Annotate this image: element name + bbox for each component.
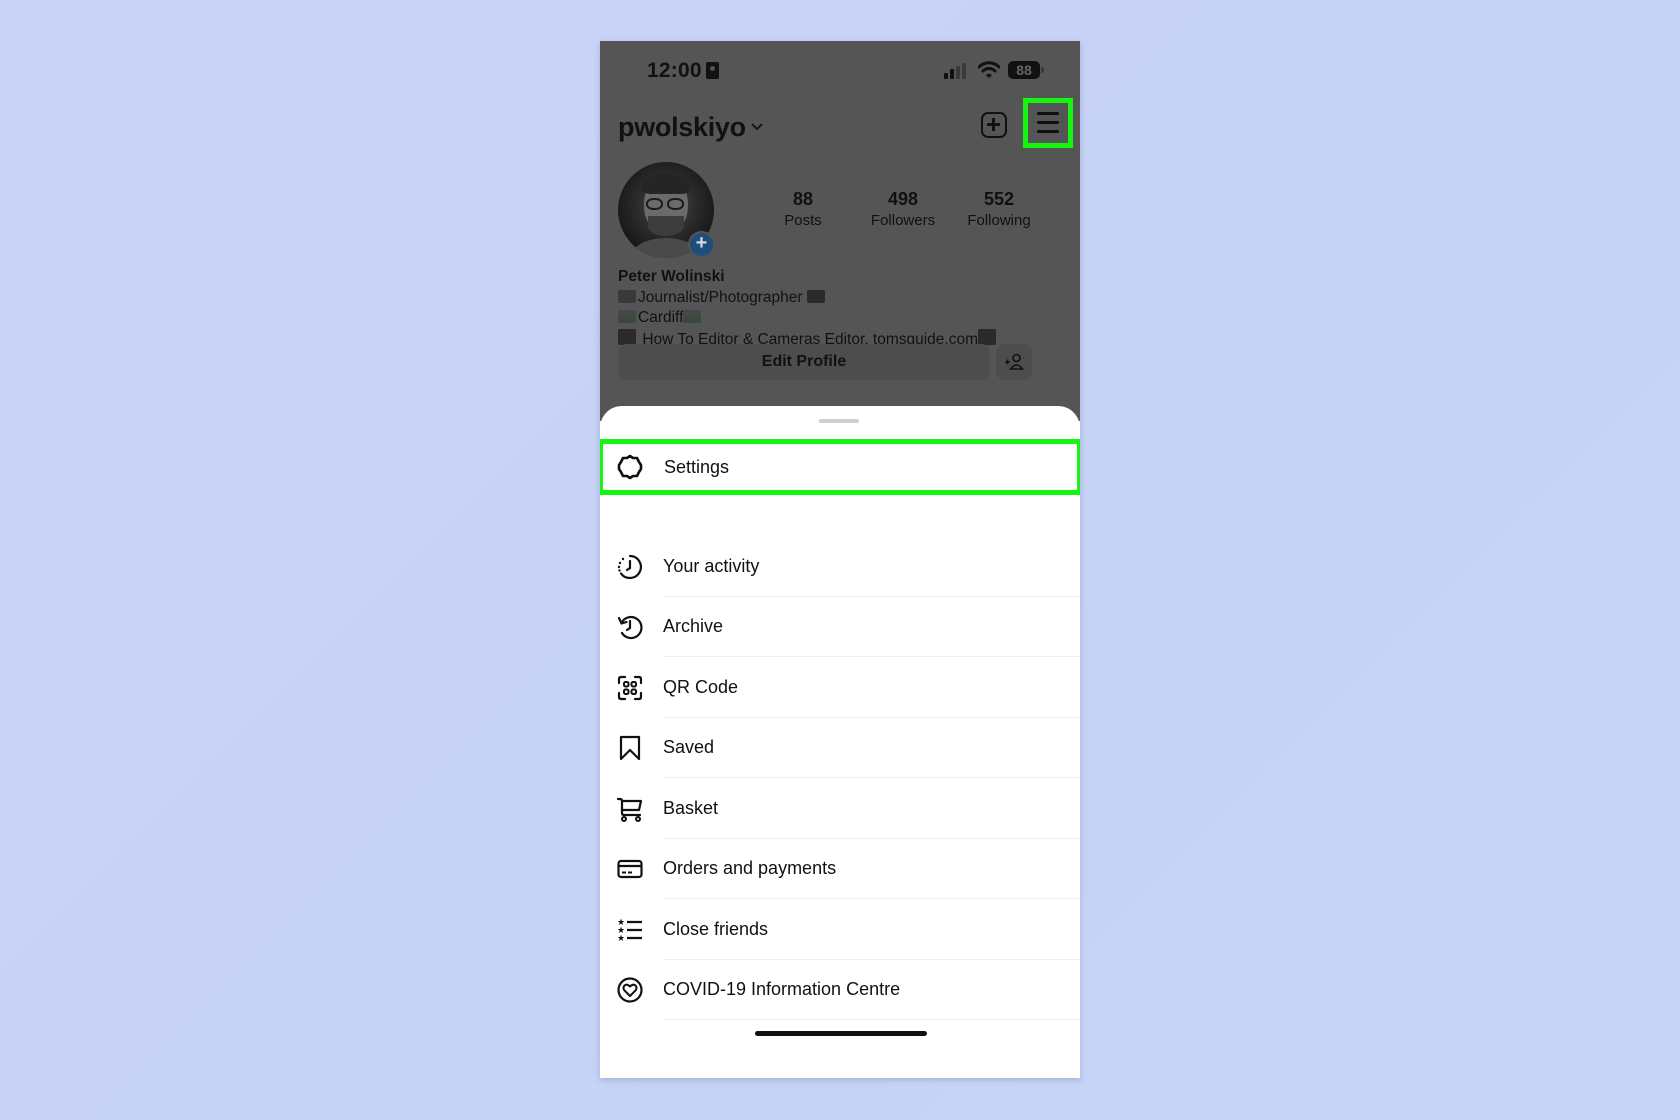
bookmark-icon — [617, 735, 643, 761]
card-icon — [617, 856, 643, 882]
cart-icon — [617, 796, 643, 822]
separator — [663, 898, 1080, 899]
welsh-flag-emoji-icon — [618, 310, 636, 323]
archive-icon — [617, 614, 643, 640]
profile-bio: Peter Wolinski Journalist/Photographer C… — [618, 267, 998, 350]
menu-item-close-friends[interactable]: ★ ★ ★ Close friends — [600, 900, 1080, 960]
profile-backdrop-dimmed[interactable]: 12:00 88 pwolskiyo + 88 Posts 498 Follow… — [600, 41, 1080, 421]
battery-tip — [1041, 67, 1044, 73]
chevron-down-icon[interactable] — [751, 123, 763, 131]
profile-header: pwolskiyo — [600, 97, 1080, 157]
settings-icon — [617, 454, 643, 480]
menu-item-covid-19-information-centre[interactable]: COVID-19 Information Centre — [600, 960, 1080, 1020]
menu-item-your-activity[interactable]: Your activity — [600, 537, 1080, 597]
cellular-signal-icon — [944, 63, 970, 79]
focus-icon — [706, 62, 719, 79]
laptop-emoji-icon — [618, 289, 636, 303]
qr-code-icon — [617, 675, 643, 701]
hamburger-menu-button[interactable] — [1023, 98, 1073, 148]
separator — [663, 656, 1080, 657]
account-switcher-username[interactable]: pwolskiyo — [618, 112, 746, 143]
profile-name: Peter Wolinski — [618, 268, 725, 285]
menu-item-qr-code[interactable]: QR Code — [600, 658, 1080, 718]
separator — [663, 1019, 1080, 1020]
menu-item-settings[interactable]: Settings — [600, 439, 1080, 495]
hamburger-menu-icon — [1037, 112, 1059, 115]
building-emoji-icon — [978, 328, 996, 345]
menu-item-orders-and-payments[interactable]: Orders and payments — [600, 839, 1080, 899]
edit-profile-button[interactable]: Edit Profile — [618, 344, 990, 380]
status-time: 12:00 — [647, 59, 702, 82]
covid-heart-icon — [617, 977, 643, 1003]
building-emoji-icon — [618, 328, 636, 345]
close-friends-list-icon: ★ ★ ★ — [617, 917, 643, 943]
menu-item-archive[interactable]: Archive — [600, 597, 1080, 657]
bio-line: Journalist/Photographer — [618, 288, 998, 309]
stat-followers[interactable]: 498 Followers — [850, 189, 956, 229]
discover-people-button[interactable] — [996, 344, 1032, 380]
status-bar: 12:00 88 — [600, 41, 1080, 89]
activity-icon — [617, 554, 643, 580]
welsh-flag-emoji-icon — [683, 310, 702, 323]
plus-square-icon[interactable] — [981, 112, 1007, 138]
menu-item-saved[interactable]: Saved — [600, 718, 1080, 778]
add-person-icon — [996, 344, 1032, 380]
svg-text:★: ★ — [617, 934, 625, 943]
options-bottom-sheet: Settings Your activity Archive QR Code S… — [600, 406, 1080, 1078]
menu-item-basket[interactable]: Basket — [600, 779, 1080, 839]
battery-icon: 88 — [1008, 61, 1040, 79]
bio-line: Cardiff — [618, 308, 998, 329]
stat-posts[interactable]: 88 Posts — [778, 189, 828, 229]
add-story-plus-icon[interactable]: + — [688, 231, 715, 258]
wifi-icon — [978, 61, 1000, 79]
camera-emoji-icon — [806, 289, 825, 303]
home-indicator[interactable] — [755, 1031, 927, 1036]
sheet-grabber-handle[interactable] — [819, 419, 859, 423]
separator — [663, 777, 1080, 778]
phone-screen: 12:00 88 pwolskiyo + 88 Posts 498 Follow… — [600, 41, 1080, 1078]
stat-following[interactable]: 552 Following — [946, 189, 1052, 229]
